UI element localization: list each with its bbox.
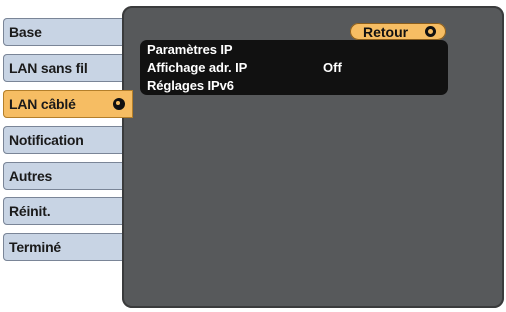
sidebar-item-label: LAN câblé <box>9 96 76 112</box>
menu-item-value: Off <box>323 59 342 75</box>
menu-item-label: Réglages IPv6 <box>147 77 234 93</box>
sidebar-item-lan-sans-fil[interactable]: LAN sans fil <box>3 54 127 82</box>
sidebar-item-label: Autres <box>9 168 53 184</box>
sidebar-item-autres[interactable]: Autres <box>3 162 127 190</box>
menu-item-label: Paramètres IP <box>147 41 233 57</box>
sidebar-item-termine[interactable]: Terminé <box>3 233 127 261</box>
menu-item-label: Affichage adr. IP <box>147 59 248 75</box>
circle-arrow-icon <box>113 98 125 110</box>
circle-arrow-icon <box>425 26 436 37</box>
sidebar-item-lan-cable[interactable]: LAN câblé <box>3 90 133 118</box>
menu-item-affichage-adr-ip[interactable]: Affichage adr. IP <box>147 59 247 75</box>
sidebar-item-base[interactable]: Base <box>3 18 127 46</box>
sidebar-item-label: Terminé <box>9 239 62 255</box>
sidebar-item-notification[interactable]: Notification <box>3 126 127 154</box>
sidebar-item-label: Réinit. <box>9 203 51 219</box>
sidebar-item-reinit[interactable]: Réinit. <box>3 197 127 225</box>
sidebar-item-label: Base <box>9 24 42 40</box>
menu-item-reglages-ipv6[interactable]: Réglages IPv6 <box>147 77 234 93</box>
menu-item-parametres-ip[interactable]: Paramètres IP <box>147 41 233 57</box>
back-button-label: Retour <box>363 23 409 40</box>
sidebar-item-label: LAN sans fil <box>9 60 88 76</box>
back-button[interactable]: Retour <box>350 23 446 40</box>
sidebar-item-label: Notification <box>9 132 84 148</box>
